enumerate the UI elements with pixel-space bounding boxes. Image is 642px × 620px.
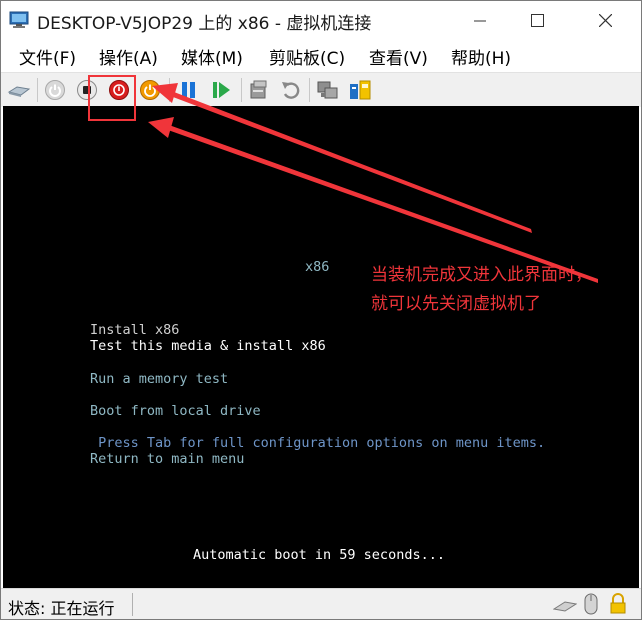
share-button[interactable] — [348, 78, 372, 102]
resume-button[interactable] — [209, 78, 233, 102]
annotation-text-line2: 就可以先关闭虚拟机了 — [371, 294, 541, 314]
close-icon — [599, 14, 612, 27]
boot-menu-hint: Press Tab for full configuration options… — [90, 435, 546, 451]
boot-menu-heading: x86 — [305, 259, 330, 275]
menu-bar: 文件(F) 操作(A) 媒体(M) 剪贴板(C) 查看(V) 帮助(H) — [1, 39, 641, 71]
minimize-icon — [474, 20, 486, 22]
maximize-button[interactable] — [514, 1, 560, 39]
mouse-icon — [584, 593, 598, 619]
start-icon — [45, 80, 65, 100]
boot-option-return[interactable]: Return to main menu — [90, 451, 244, 467]
ctrl-alt-del-button[interactable] — [7, 78, 31, 102]
checkpoint-icon — [250, 80, 267, 99]
vm-status: 状态: 正在运行 — [8, 599, 115, 618]
toolbar-separator — [169, 78, 170, 102]
menu-view[interactable]: 查看(V) — [369, 44, 428, 69]
keyboard-icon — [552, 598, 578, 617]
status-separator — [132, 593, 133, 616]
boot-countdown: Automatic boot in 59 seconds... — [193, 547, 445, 563]
minimize-button[interactable] — [457, 1, 503, 39]
toolbar-separator — [241, 78, 242, 102]
vm-connection-app-icon — [9, 10, 31, 30]
revert-icon — [282, 82, 300, 99]
maximize-icon — [531, 14, 544, 27]
menu-file[interactable]: 文件(F) — [19, 44, 76, 69]
enhanced-session-icon — [317, 81, 338, 99]
boot-option-install[interactable]: Install x86 — [90, 322, 179, 338]
toolbar-separator — [37, 78, 38, 102]
resume-icon — [213, 82, 230, 98]
status-bar: 状态: 正在运行 — [1, 588, 641, 619]
boot-option-local-drive[interactable]: Boot from local drive — [90, 403, 261, 419]
checkpoint-button[interactable] — [247, 78, 271, 102]
vm-display[interactable]: x86 Install x86 Test this media & instal… — [3, 106, 639, 588]
share-icon — [350, 80, 371, 100]
boot-option-memory-test[interactable]: Run a memory test — [90, 371, 228, 387]
shutdown-icon — [140, 80, 160, 100]
toolbar-separator — [309, 78, 310, 102]
ctrl-alt-del-icon — [7, 86, 31, 97]
annotation-highlight-box — [88, 75, 136, 121]
pause-icon — [182, 82, 195, 98]
shutdown-button[interactable] — [138, 78, 162, 102]
lock-icon — [609, 593, 627, 619]
start-button[interactable] — [43, 78, 67, 102]
window-title: DESKTOP-V5JOP29 上的 x86 - 虚拟机连接 — [37, 14, 372, 34]
title-bar[interactable]: DESKTOP-V5JOP29 上的 x86 - 虚拟机连接 — [1, 1, 641, 39]
menu-help[interactable]: 帮助(H) — [451, 44, 511, 69]
menu-action[interactable]: 操作(A) — [99, 44, 158, 69]
revert-button[interactable] — [279, 78, 303, 102]
enhanced-session-button[interactable] — [316, 78, 340, 102]
menu-media[interactable]: 媒体(M) — [181, 44, 243, 69]
pause-button[interactable] — [177, 78, 201, 102]
close-button[interactable] — [582, 1, 628, 39]
menu-clipboard[interactable]: 剪贴板(C) — [269, 44, 345, 69]
boot-option-test-install[interactable]: Test this media & install x86 — [90, 338, 326, 354]
annotation-text-line1: 当装机完成又进入此界面时， — [371, 265, 592, 285]
